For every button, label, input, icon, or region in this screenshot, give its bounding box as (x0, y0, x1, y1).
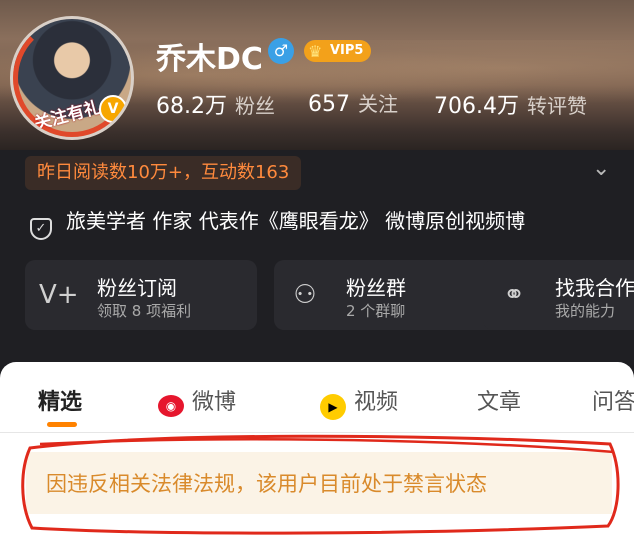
active-tab-indicator (47, 422, 77, 427)
card-subtitle: 领取 8 项福利 (97, 302, 192, 320)
card-title: 粉丝订阅 (97, 276, 177, 300)
red-annotation-circle (21, 434, 620, 535)
tab-qa[interactable]: 问答 (592, 384, 634, 416)
tab-video[interactable]: ▶ 视频 (320, 384, 398, 420)
video-icon: ▶ (320, 394, 346, 420)
followers-stat[interactable]: 68.2万 粉丝 (156, 88, 275, 120)
card-fan-subscription[interactable]: V+ 粉丝订阅 领取 8 项福利 (25, 260, 257, 330)
handshake-icon: ⚭ (503, 280, 525, 310)
verified-v-icon: V (99, 95, 127, 123)
username: 乔木DC (156, 42, 263, 77)
followers-count: 68.2万 (156, 94, 227, 119)
verification-line: ✓ 旅美学者 作家 代表作《鹰眼看龙》 微博原创视频博 (30, 205, 525, 240)
tab-featured[interactable]: 精选 (38, 384, 82, 416)
verification-text: 旅美学者 作家 代表作《鹰眼看龙》 微博原创视频博 (66, 209, 526, 233)
tab-label: 微博 (192, 390, 237, 415)
card-cooperation[interactable]: ⚭ 找我合作 我的能力 (483, 260, 634, 330)
vip-label: VIP5 (330, 43, 364, 58)
card-title: 粉丝群 (346, 276, 406, 300)
reposts-label: 转评赞 (526, 94, 587, 118)
reposts-stat[interactable]: 706.4万 转评赞 (434, 88, 587, 120)
avatar[interactable]: 关注有礼 V (10, 16, 134, 140)
v-plus-icon: V+ (39, 280, 79, 310)
crown-icon: ♛ (308, 42, 323, 61)
group-icon: ⚇ (293, 280, 317, 310)
card-subtitle: 2 个群聊 (346, 302, 406, 320)
chevron-down-icon[interactable]: ⌄ (592, 156, 610, 181)
card-fan-group[interactable]: ⚇ 粉丝群 2 个群聊 (274, 260, 506, 330)
read-stats-pill[interactable]: 昨日阅读数10万+，互动数163 (25, 156, 302, 190)
following-stat[interactable]: 657 关注 (308, 88, 398, 117)
reposts-count: 706.4万 (434, 94, 519, 119)
card-title: 找我合作 (555, 276, 634, 300)
shield-icon: ✓ (30, 218, 52, 240)
tab-articles[interactable]: 文章 (477, 384, 521, 416)
card-subtitle: 我的能力 (555, 302, 616, 320)
following-count: 657 (308, 92, 350, 117)
male-icon: ♂ (268, 38, 294, 64)
weibo-icon: ◉ (158, 395, 184, 417)
followers-label: 粉丝 (235, 94, 275, 118)
tab-label: 视频 (354, 390, 399, 415)
vip-badge[interactable]: ♛ VIP5 (304, 40, 372, 62)
tab-weibo[interactable]: ◉ 微博 (158, 384, 236, 417)
following-label: 关注 (358, 92, 398, 116)
